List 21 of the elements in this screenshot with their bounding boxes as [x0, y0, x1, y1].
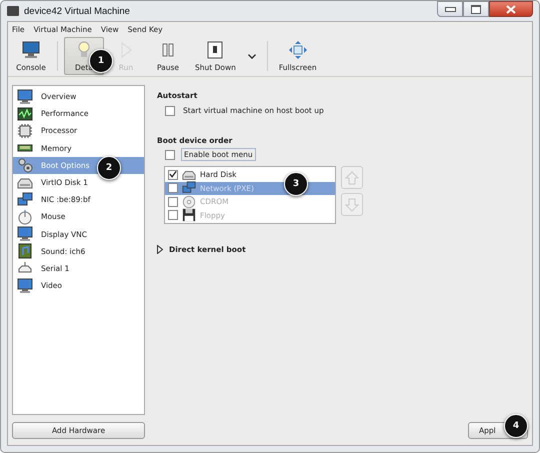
- arrow-up-icon: [344, 170, 360, 186]
- chip-icon: [17, 122, 33, 139]
- checkbox[interactable]: [165, 106, 175, 116]
- arrow-down-icon: [344, 196, 360, 212]
- gears-icon: [17, 157, 33, 174]
- power-icon: [205, 40, 226, 60]
- fullscreen-icon: [288, 40, 308, 60]
- minimize-button[interactable]: [437, 1, 463, 17]
- checkbox[interactable]: [165, 150, 175, 160]
- sound-card-icon: [17, 243, 33, 260]
- chart-icon: [17, 106, 33, 122]
- mouse-icon: [17, 208, 33, 225]
- disc-icon: [182, 194, 196, 209]
- close-icon: [505, 4, 517, 14]
- maximize-button[interactable]: [463, 1, 489, 17]
- window-title: device42 Virtual Machine: [24, 6, 130, 16]
- expander-triangle-icon: [157, 245, 163, 254]
- network-icon: [17, 192, 33, 208]
- network-icon: [182, 181, 196, 196]
- close-button[interactable]: [489, 1, 533, 17]
- checkbox[interactable]: [168, 170, 178, 180]
